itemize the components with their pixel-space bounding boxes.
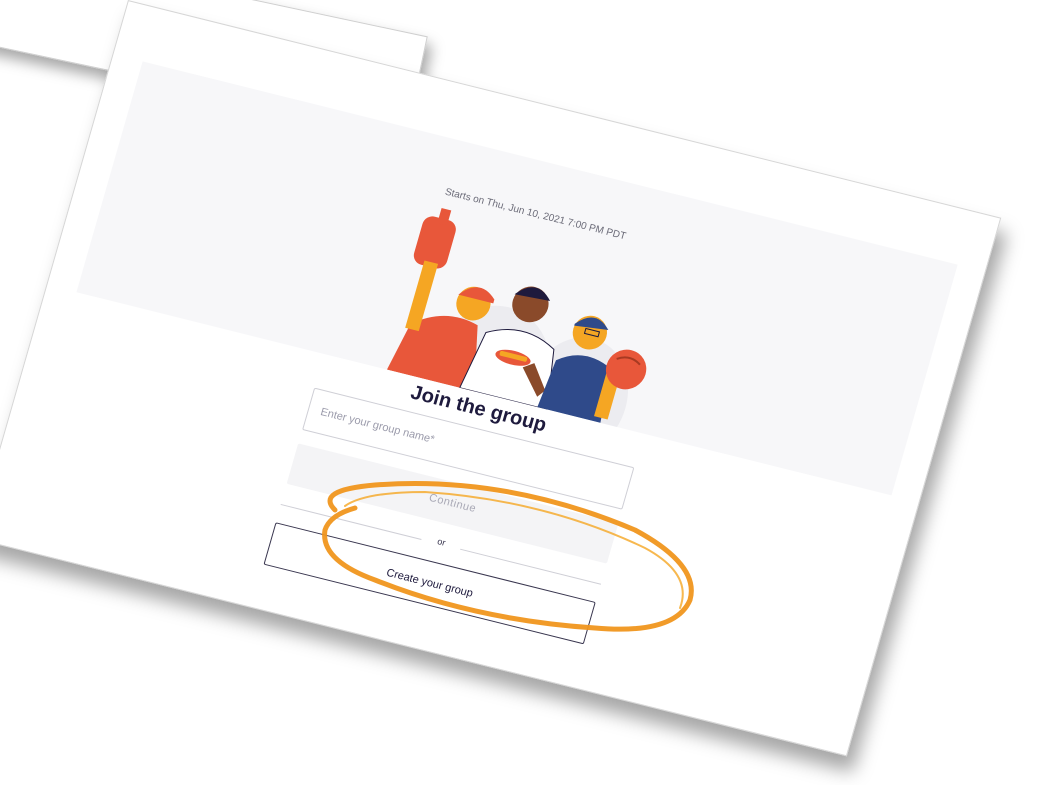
event-card: Starts on Thu, Jun 10, 2021 7:00 PM PDT <box>0 0 1002 757</box>
orange-highlight-circle-icon <box>322 480 694 632</box>
